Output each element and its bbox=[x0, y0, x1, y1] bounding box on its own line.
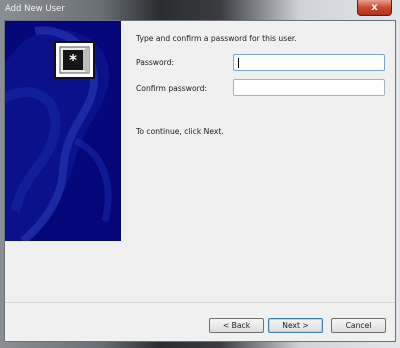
dialog-client-area: * Type and confirm a password for this u… bbox=[4, 20, 396, 342]
wizard-banner: * bbox=[5, 21, 121, 241]
cancel-button[interactable]: Cancel bbox=[331, 318, 386, 333]
password-field[interactable] bbox=[233, 54, 385, 71]
dialog-window: Add New User x * Type and confirm a pass… bbox=[0, 0, 400, 348]
user-accounts-icon: * bbox=[54, 41, 95, 79]
confirm-password-label: Confirm password: bbox=[136, 84, 207, 93]
svg-text:*: * bbox=[69, 51, 77, 69]
confirm-password-field[interactable] bbox=[233, 79, 385, 96]
close-icon: x bbox=[371, 2, 378, 13]
next-button[interactable]: Next > bbox=[268, 318, 323, 333]
button-separator bbox=[5, 302, 395, 303]
back-button[interactable]: < Back bbox=[209, 318, 264, 333]
title-bar[interactable]: Add New User x bbox=[0, 0, 400, 20]
password-label: Password: bbox=[136, 58, 175, 67]
continue-hint: To continue, click Next. bbox=[136, 127, 224, 136]
window-title: Add New User bbox=[5, 4, 65, 14]
close-button[interactable]: x bbox=[357, 0, 392, 16]
text-caret bbox=[238, 58, 239, 68]
instruction-text: Type and confirm a password for this use… bbox=[136, 34, 297, 43]
